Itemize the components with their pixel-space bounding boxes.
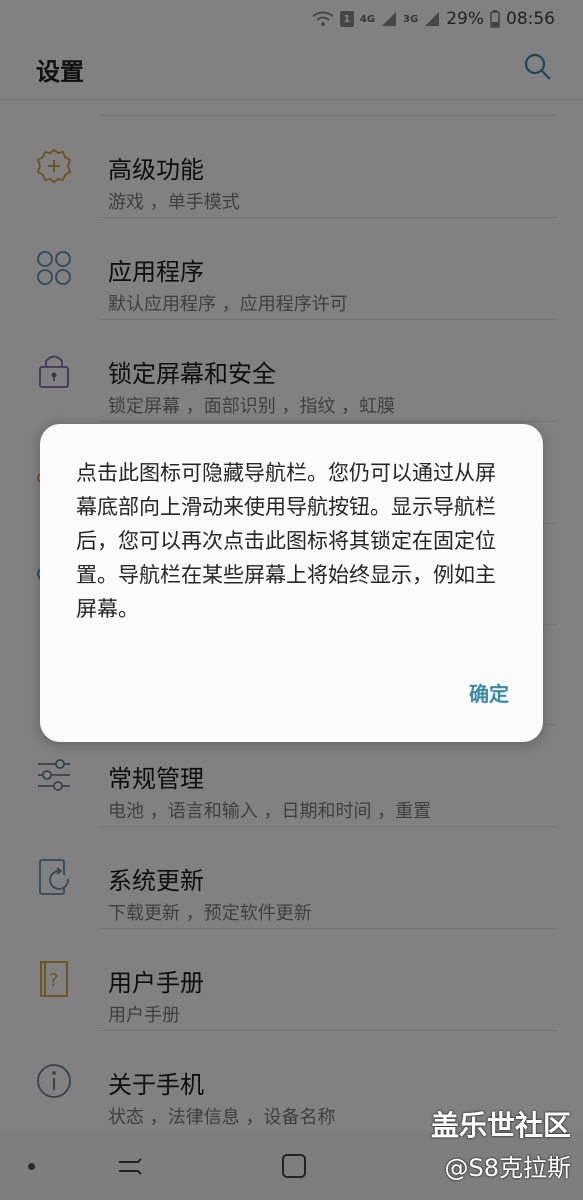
watermark-line-2: @S8克拉斯 [444,1154,571,1182]
ok-button[interactable]: 确定 [469,678,509,707]
watermark-line-1: 盖乐世社区 [430,1109,571,1142]
dialog-message: 点击此图标可隐藏导航栏。您仍可以通过从屏幕底部向上滑动来使用导航按钮。显示导航栏… [76,461,496,621]
navbar-hint-dialog: 点击此图标可隐藏导航栏。您仍可以通过从屏幕底部向上滑动来使用导航按钮。显示导航栏… [40,424,543,742]
watermark: 盖乐世社区 @S8克拉斯 [431,1104,571,1183]
